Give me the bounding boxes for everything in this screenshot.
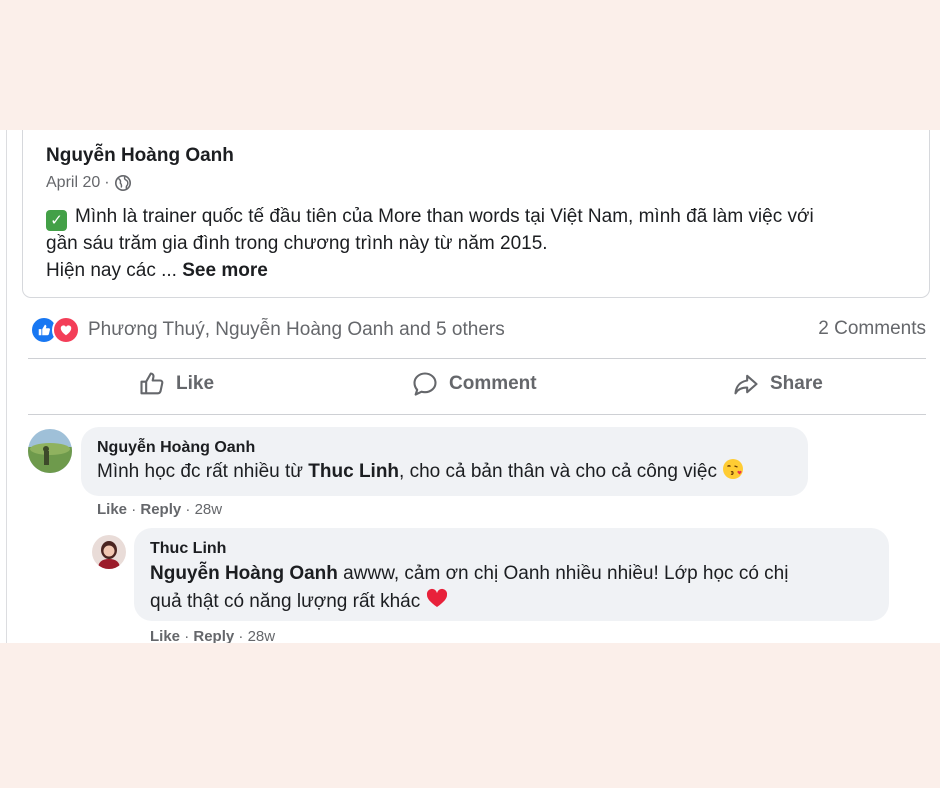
post-card: Nguyễn Hoàng Oanh April 20 · ✓ Mình là tr… [0, 130, 940, 643]
comment-author[interactable]: Nguyễn Hoàng Oanh [97, 439, 255, 457]
reaction-summary[interactable]: Phương Thuý, Nguyễn Hoàng Oanh and 5 oth… [30, 316, 505, 344]
see-more-link[interactable]: See more [182, 260, 268, 281]
comment-text: Mình học đc rất nhiều từ Thuc Linh, cho … [97, 458, 744, 486]
red-heart-emoji-icon [426, 588, 447, 607]
face-blowing-kiss-emoji-icon [723, 459, 744, 479]
share-button[interactable]: Share [732, 370, 823, 398]
avatar[interactable] [28, 429, 72, 473]
reply-mention[interactable]: Nguyễn Hoàng Oanh [150, 563, 338, 584]
comment-count[interactable]: 2 Comments [818, 318, 926, 340]
reply-actions: Like · Reply · 28w [150, 628, 275, 643]
post-author[interactable]: Nguyễn Hoàng Oanh [46, 145, 234, 167]
comment-icon [413, 372, 437, 396]
avatar[interactable] [92, 535, 126, 569]
reply-action-separator: · [238, 628, 244, 643]
reply-text-line-2: quả thật có năng lượng rất khác [150, 591, 421, 612]
post-text-line-2: gần sáu trăm gia đình trong chương trình… [46, 233, 548, 254]
post-text-line-1: Mình là trainer quốc tế đầu tiên của Mor… [75, 206, 814, 227]
reactor-names[interactable]: Phương Thuý, Nguyễn Hoàng Oanh and 5 oth… [88, 319, 505, 341]
post-text-line-3: Hiện nay các ... [46, 259, 177, 281]
comment-actions: Like · Reply · 28w [97, 501, 222, 518]
thumbs-up-icon [140, 372, 164, 395]
share-label: Share [770, 373, 823, 394]
post-text: ✓ Mình là trainer quốc tế đầu tiên của Mo… [46, 204, 906, 284]
reply-text: Nguyễn Hoàng Oanh awww, cảm ơn chị Oanh … [150, 560, 870, 616]
comment-text-part: Mình học đc rất nhiều từ [97, 461, 309, 482]
card-left-border [6, 130, 7, 643]
divider-bottom [28, 414, 926, 415]
reply-action-separator: · [184, 628, 190, 643]
post-meta: April 20 · [46, 174, 132, 192]
reply-like-link[interactable]: Like [150, 628, 180, 643]
comment-action-separator: · [185, 501, 191, 518]
post-date[interactable]: April 20 [46, 174, 100, 192]
reply-reply-link[interactable]: Reply [193, 628, 234, 643]
comment-mention[interactable]: Thuc Linh [308, 461, 399, 482]
reply-text-line-1: awww, cảm ơn chị Oanh nhiều nhiều! Lớp h… [337, 563, 789, 584]
meta-separator: · [104, 174, 110, 191]
globe-icon[interactable] [114, 174, 132, 192]
avatar-photo [92, 535, 126, 569]
like-button[interactable]: Like [138, 370, 214, 398]
comment-time[interactable]: 28w [195, 501, 223, 518]
comment-text-part: , cho cả bản thân và cho cả công việc [399, 461, 717, 482]
comment-reply-link[interactable]: Reply [140, 501, 181, 518]
comment-label: Comment [449, 373, 537, 394]
love-reaction-icon [52, 316, 80, 344]
like-label: Like [176, 373, 215, 394]
comment-like-link[interactable]: Like [97, 501, 127, 518]
comment-button[interactable]: Comment [411, 370, 537, 398]
avatar-photo [28, 429, 72, 473]
share-icon [734, 374, 758, 395]
reply-time[interactable]: 28w [248, 628, 276, 643]
comment-action-separator: · [131, 501, 137, 518]
divider-top [28, 358, 926, 359]
reply-author[interactable]: Thuc Linh [150, 540, 226, 558]
green-checkmark-icon: ✓ [46, 210, 67, 231]
